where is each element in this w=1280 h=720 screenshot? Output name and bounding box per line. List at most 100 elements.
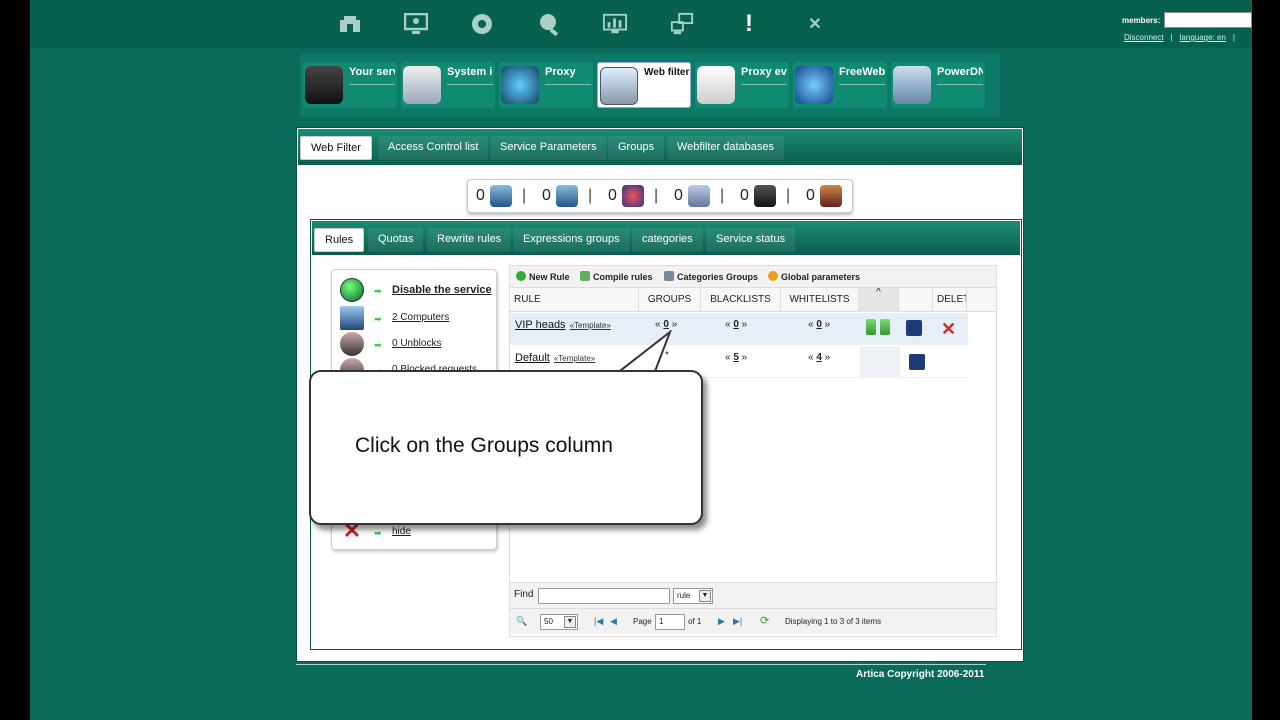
stat-computers-allowed[interactable]: 0 |: [542, 185, 592, 207]
rule-name-link[interactable]: Default: [515, 352, 550, 364]
main-tab-web-filtering[interactable]: Web filtering: [597, 62, 691, 108]
last-page-icon[interactable]: ▶|: [733, 616, 742, 627]
first-page-icon[interactable]: |◀: [594, 616, 603, 627]
compile-rules-label: Compile rules: [593, 272, 653, 282]
per-page-select[interactable]: 50 ▼: [540, 614, 578, 630]
column-whitelists[interactable]: WHITELISTS: [781, 288, 859, 312]
copy-icon[interactable]: [909, 354, 925, 370]
sidebar-item-label[interactable]: 0 Unblocks: [392, 338, 441, 349]
sidebar-item-label[interactable]: Disable the service: [392, 284, 492, 296]
move-down-icon[interactable]: [866, 319, 876, 335]
find-input[interactable]: [538, 588, 670, 604]
tab-rewrite-rules[interactable]: Rewrite rules: [427, 228, 512, 252]
network-icon[interactable]: [670, 12, 694, 36]
blacklists-count[interactable]: 0: [733, 319, 739, 330]
stats-bar: 0 | 0 | 0 | 0 | 0 | 0: [467, 179, 853, 213]
tab-quotas[interactable]: Quotas: [368, 228, 424, 252]
stat-computers-blocked[interactable]: 0 |: [476, 185, 526, 207]
categories-groups-button[interactable]: Categories Groups: [664, 271, 758, 282]
copy-icon[interactable]: [906, 320, 922, 336]
disconnect-link[interactable]: Disconnect: [1124, 33, 1164, 42]
tab-webfilter-databases[interactable]: Webfilter databases: [667, 136, 785, 160]
table-row[interactable]: VIP heads «Template» « 0 » « 0 » « 0 » ✕: [510, 313, 968, 345]
column-blacklists[interactable]: BLACKLISTS: [701, 288, 781, 312]
compile-rules-button[interactable]: Compile rules: [580, 271, 653, 282]
search-user-icon[interactable]: [537, 12, 561, 36]
find-field-value: rule: [677, 591, 691, 600]
main-tab-proxy[interactable]: Proxy: [499, 62, 593, 108]
stat-separator: |: [522, 187, 527, 204]
monitor-icon[interactable]: [404, 12, 428, 36]
prev-page-icon[interactable]: ◀: [610, 616, 617, 627]
column-sort[interactable]: ^: [859, 288, 899, 312]
computer-allowed-icon: [556, 185, 578, 207]
main-tab-freewebs[interactable]: FreeWebs: [793, 62, 887, 108]
main-tab-your-server[interactable]: Your server: [303, 62, 397, 108]
groups-count[interactable]: 0: [663, 319, 669, 330]
tab-groups[interactable]: Groups: [608, 136, 665, 160]
gear-icon[interactable]: [470, 12, 494, 36]
template-link[interactable]: «Template»: [570, 321, 611, 330]
proxy-icon: [501, 66, 539, 104]
column-delete[interactable]: DELETE: [933, 288, 967, 312]
tab-categories[interactable]: categories: [632, 228, 703, 252]
alert-icon[interactable]: !: [737, 10, 761, 37]
next-page-icon[interactable]: ▶: [718, 616, 725, 627]
sort-cell: [860, 346, 900, 378]
tab-rules[interactable]: Rules: [314, 228, 365, 252]
sidebar-hide-label[interactable]: hide: [392, 526, 411, 537]
pager-bar: 🔍 50 ▼ |◀ ◀ Page 1 of 1 ▶ ▶| ⟳ Displaying…: [510, 608, 996, 634]
rule-name-link[interactable]: VIP heads: [515, 319, 566, 331]
stat-value: 0: [740, 187, 749, 204]
copyright-text: Artica Copyright 2006-2011: [856, 669, 985, 680]
zoom-icon[interactable]: 🔍: [516, 616, 527, 627]
column-copy[interactable]: [899, 288, 933, 312]
chevron-down-icon: ▼: [699, 590, 711, 602]
members-input[interactable]: [1164, 12, 1252, 28]
stat-user-spy[interactable]: 0 |: [740, 185, 790, 207]
panel-tab-bar: Web Filter Access Control list Service P…: [298, 129, 1022, 165]
main-tab-label: FreeWebs: [839, 66, 885, 78]
whitelists-count[interactable]: 0: [816, 319, 822, 330]
stat-globe-shield[interactable]: 0 |: [608, 185, 658, 207]
sidebar-item-label[interactable]: 2 Computers: [392, 312, 449, 323]
column-groups[interactable]: GROUPS: [639, 288, 701, 312]
delete-icon[interactable]: ✕: [941, 320, 957, 338]
template-link[interactable]: «Template»: [554, 354, 595, 363]
close-icon[interactable]: ✕: [803, 12, 827, 36]
new-rule-button[interactable]: New Rule: [516, 271, 570, 282]
sidebar-item-disable-service[interactable]: ➡ Disable the service: [340, 278, 496, 302]
blacklists-cell[interactable]: « 5 »: [725, 352, 747, 384]
stat-trash[interactable]: 0: [806, 185, 842, 207]
tab-service-parameters[interactable]: Service Parameters: [490, 136, 607, 160]
blacklists-count[interactable]: 5: [733, 352, 739, 363]
main-tab-label: Proxy events: [741, 66, 787, 78]
global-parameters-button[interactable]: Global parameters: [768, 271, 860, 282]
sidebar-item-unblocks[interactable]: ➡ 0 Unblocks: [340, 332, 496, 356]
main-tab-proxy-events[interactable]: Proxy events: [695, 62, 789, 108]
user-spy-icon: [754, 185, 776, 207]
language-link[interactable]: language: en: [1180, 33, 1226, 42]
displaying-status: Displaying 1 to 3 of 3 items: [785, 617, 882, 626]
callout-text: Click on the Groups column: [355, 434, 613, 457]
page-input[interactable]: 1: [655, 614, 685, 630]
users-icon: [340, 332, 364, 356]
tab-expressions-groups[interactable]: Expressions groups: [513, 228, 630, 252]
tab-web-filter[interactable]: Web Filter: [300, 136, 372, 160]
home-icon[interactable]: [338, 12, 362, 36]
find-field-select[interactable]: rule ▼: [673, 588, 713, 604]
per-page-value: 50: [544, 617, 553, 626]
column-rule[interactable]: RULE: [510, 288, 639, 312]
move-up-icon[interactable]: [880, 319, 890, 335]
refresh-icon[interactable]: ⟳: [760, 614, 769, 627]
main-tab-label: Your server: [349, 66, 395, 78]
whitelists-count[interactable]: 4: [816, 352, 822, 363]
stat-database-blocked[interactable]: 0 |: [674, 185, 724, 207]
sidebar-item-computers[interactable]: ➡ 2 Computers: [340, 306, 496, 330]
main-tab-system-information[interactable]: System information: [401, 62, 495, 108]
main-tab-powerdns[interactable]: PowerDNS: [891, 62, 985, 108]
tab-service-status[interactable]: Service status: [706, 228, 796, 252]
whitelists-cell[interactable]: « 4 »: [808, 352, 830, 384]
tab-access-control-list[interactable]: Access Control list: [378, 136, 489, 160]
chart-icon[interactable]: [603, 12, 627, 36]
